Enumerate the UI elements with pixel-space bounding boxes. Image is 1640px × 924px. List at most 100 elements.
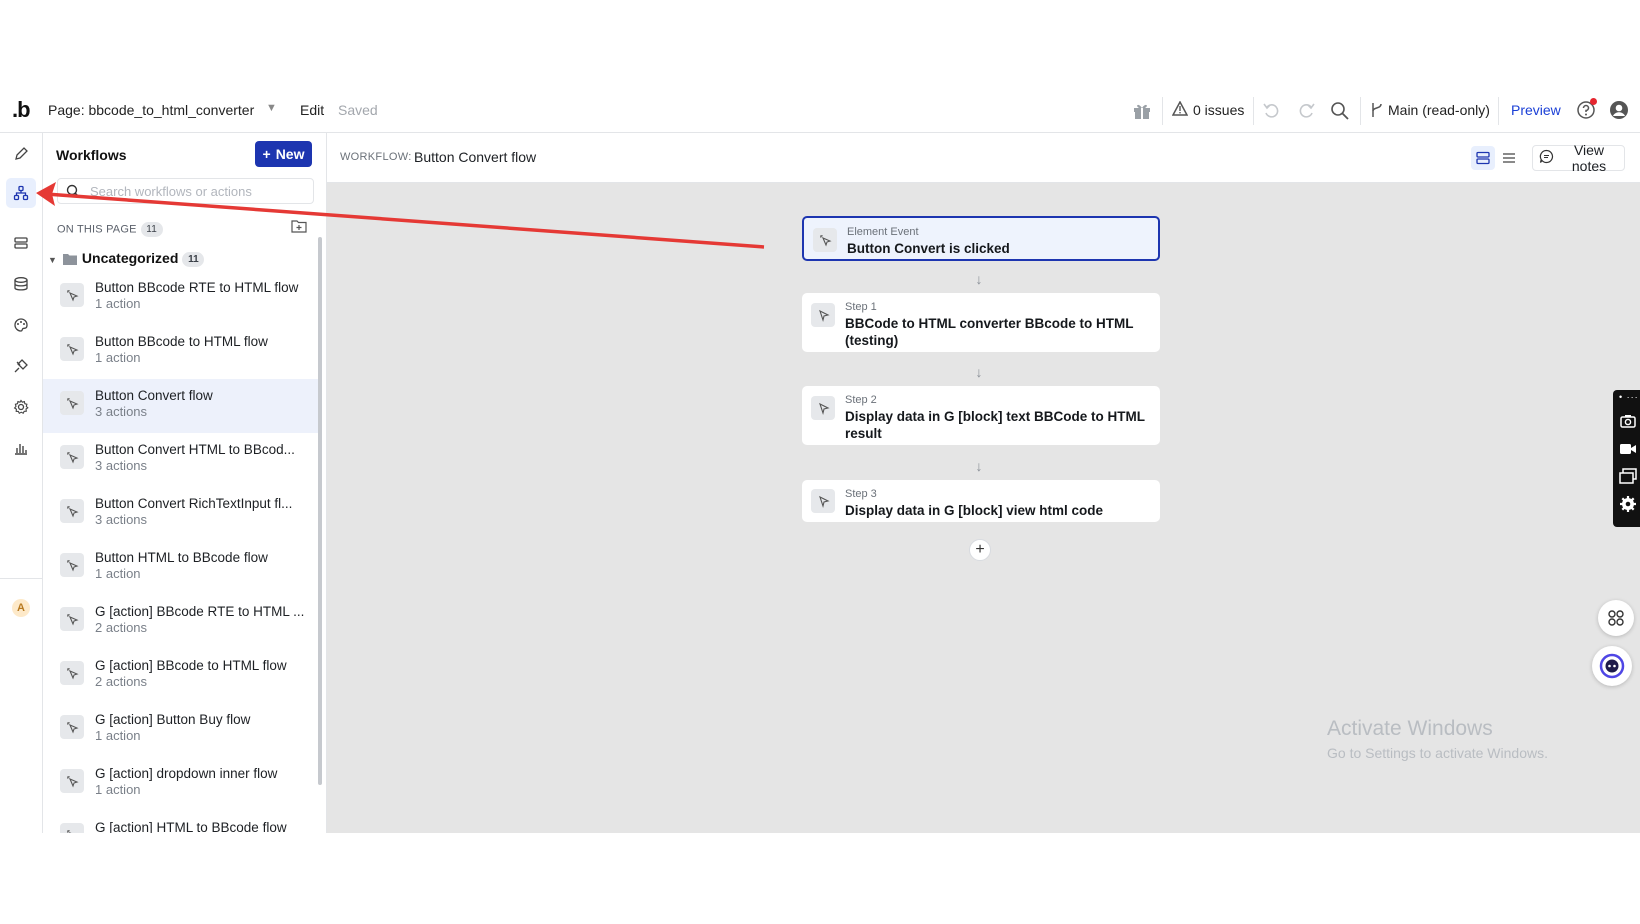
palette-icon[interactable] xyxy=(6,310,36,340)
caret-down-icon[interactable]: ▼ xyxy=(48,255,57,265)
pointer-click-icon xyxy=(60,661,84,685)
more-icon[interactable]: • ··· xyxy=(1619,392,1639,402)
avatar[interactable]: A xyxy=(12,599,30,617)
redo-icon[interactable] xyxy=(1296,101,1316,126)
workflow-header: WORKFLOW: Button Convert flow View notes xyxy=(327,133,1640,183)
event-kicker: Element Event xyxy=(847,226,919,238)
settings-icon[interactable] xyxy=(6,392,36,422)
branch-icon[interactable] xyxy=(1369,101,1385,124)
gift-icon[interactable] xyxy=(1132,101,1152,126)
branch-selector[interactable]: Main (read-only) xyxy=(1388,102,1490,118)
workflow-name: Button HTML to BBcode flow xyxy=(95,550,268,565)
video-icon[interactable] xyxy=(1619,440,1637,458)
arrow-down-icon: ↓ xyxy=(975,271,983,287)
search-input[interactable] xyxy=(88,181,307,201)
pointer-click-icon xyxy=(60,337,84,361)
workflow-list-item[interactable]: G [action] BBcode RTE to HTML ... 2 actio… xyxy=(43,595,318,649)
data-tab-icon[interactable] xyxy=(6,228,36,258)
activate-windows-title: Activate Windows xyxy=(1327,717,1493,740)
workflow-list-item[interactable]: G [action] Button Buy flow 1 action xyxy=(43,703,318,757)
pointer-click-icon xyxy=(60,391,84,415)
bubble-logo[interactable]: .b xyxy=(12,97,31,123)
edit-menu[interactable]: Edit xyxy=(300,102,324,118)
workflow-list-item[interactable]: Button BBcode RTE to HTML flow 1 action xyxy=(43,271,318,325)
design-tab-pencil-icon[interactable] xyxy=(6,139,36,169)
step-card-3[interactable]: Step 3 Display data in G [block] view ht… xyxy=(802,480,1160,522)
workflow-search[interactable] xyxy=(57,178,314,204)
workflow-list-item[interactable]: G [action] BBcode to HTML flow 2 actions xyxy=(43,649,318,703)
list-view-icon[interactable] xyxy=(1497,146,1521,170)
camera-icon[interactable] xyxy=(1619,412,1637,430)
cursor-icon xyxy=(811,303,835,327)
workflow-action-count: 3 actions xyxy=(95,404,148,419)
window-icon[interactable] xyxy=(1619,467,1637,485)
workflow-list-item[interactable]: Button HTML to BBcode flow 1 action xyxy=(43,541,318,595)
step-kicker: Step 2 xyxy=(845,394,877,406)
folder-uncategorized[interactable]: ▼ Uncategorized 11 xyxy=(48,250,205,269)
step-card-1[interactable]: Step 1 BBCode to HTML converter BBcode t… xyxy=(802,293,1160,352)
user-avatar-icon[interactable] xyxy=(1609,100,1629,125)
pointer-click-icon xyxy=(60,823,84,833)
workflow-canvas-area: WORKFLOW: Button Convert flow View notes xyxy=(327,133,1640,833)
event-card[interactable]: Element Event Button Convert is clicked xyxy=(802,216,1160,261)
add-folder-icon[interactable] xyxy=(291,219,307,238)
chevron-down-icon[interactable]: ▼ xyxy=(266,102,277,114)
workflow-list-item[interactable]: Button BBcode to HTML flow 1 action xyxy=(43,325,318,379)
gear-icon[interactable] xyxy=(1619,495,1637,513)
warning-icon[interactable] xyxy=(1171,100,1189,122)
workflow-list-item[interactable]: Button Convert HTML to BBcod... 3 actions xyxy=(43,433,318,487)
workflow-list-item[interactable]: G [action] dropdown inner flow 1 action xyxy=(43,757,318,811)
view-notes-button[interactable]: View notes xyxy=(1532,142,1625,174)
search-icon[interactable] xyxy=(1330,101,1350,126)
arrow-down-icon: ↓ xyxy=(975,458,983,474)
workflow-name: Button Convert flow xyxy=(95,388,213,403)
database-icon[interactable] xyxy=(6,269,36,299)
pointer-click-icon xyxy=(60,607,84,631)
folder-name: Uncategorized xyxy=(81,250,179,266)
workflow-name: G [action] BBcode RTE to HTML ... xyxy=(95,604,305,619)
workflow-action-count: 1 action xyxy=(95,566,141,581)
card-view-icon[interactable] xyxy=(1471,146,1495,170)
plugin-icon[interactable] xyxy=(6,351,36,381)
step-card-2[interactable]: Step 2 Display data in G [block] text BB… xyxy=(802,386,1160,445)
sidebar-title: Workflows xyxy=(56,147,127,163)
cursor-icon xyxy=(811,489,835,513)
workflow-action-count: 2 actions xyxy=(95,620,148,635)
sidebar-scrollbar[interactable] xyxy=(318,237,322,785)
add-step-button[interactable]: + xyxy=(969,539,991,561)
workflow-action-count: 3 actions xyxy=(95,512,148,527)
divider xyxy=(0,578,42,579)
step-title: BBCode to HTML converter BBcode to HTML … xyxy=(845,316,1134,348)
new-workflow-button[interactable]: + New xyxy=(255,141,312,167)
new-button-label: New xyxy=(275,146,305,162)
divider xyxy=(1498,97,1499,125)
section-header: ON THIS PAGE 11 xyxy=(57,222,163,237)
top-bar: .b Page: bbcode_to_html_converter ▼ Edit… xyxy=(0,89,1640,133)
view-toggle xyxy=(1471,146,1525,170)
workflow-list-item[interactable]: Button Convert flow 3 actions xyxy=(43,379,318,433)
workflow-list-item[interactable]: G [action] HTML to BBcode flow xyxy=(43,811,318,833)
plus-icon: + xyxy=(262,146,271,162)
page-select[interactable]: Page: bbcode_to_html_converter xyxy=(48,102,254,118)
search-icon xyxy=(66,184,80,203)
activate-windows-subtitle: Go to Settings to activate Windows. xyxy=(1327,745,1548,761)
workflow-list-item[interactable]: Button Convert RichTextInput fl... 3 acti… xyxy=(43,487,318,541)
view-notes-label: View notes xyxy=(1571,142,1607,174)
undo-icon[interactable] xyxy=(1262,101,1282,126)
assistant-bot-icon[interactable] xyxy=(1592,646,1632,686)
workflow-tab-icon[interactable] xyxy=(6,178,36,208)
apps-grid-icon[interactable] xyxy=(1598,600,1634,636)
folder-icon xyxy=(62,253,78,269)
workflow-action-count: 2 actions xyxy=(95,674,148,689)
workflow-name: G [action] Button Buy flow xyxy=(95,712,251,727)
workflow-name: G [action] dropdown inner flow xyxy=(95,766,278,781)
left-rail: A xyxy=(0,133,43,833)
pointer-click-icon xyxy=(813,228,837,252)
recording-toolbar: • ··· xyxy=(1613,390,1640,527)
preview-link[interactable]: Preview xyxy=(1511,102,1561,118)
workflow-name[interactable]: Button Convert flow xyxy=(414,149,536,165)
bubble-editor: .b Page: bbcode_to_html_converter ▼ Edit… xyxy=(0,89,1640,833)
divider xyxy=(1162,97,1163,125)
issues-count[interactable]: 0 issues xyxy=(1193,102,1244,118)
chart-icon[interactable] xyxy=(6,433,36,463)
